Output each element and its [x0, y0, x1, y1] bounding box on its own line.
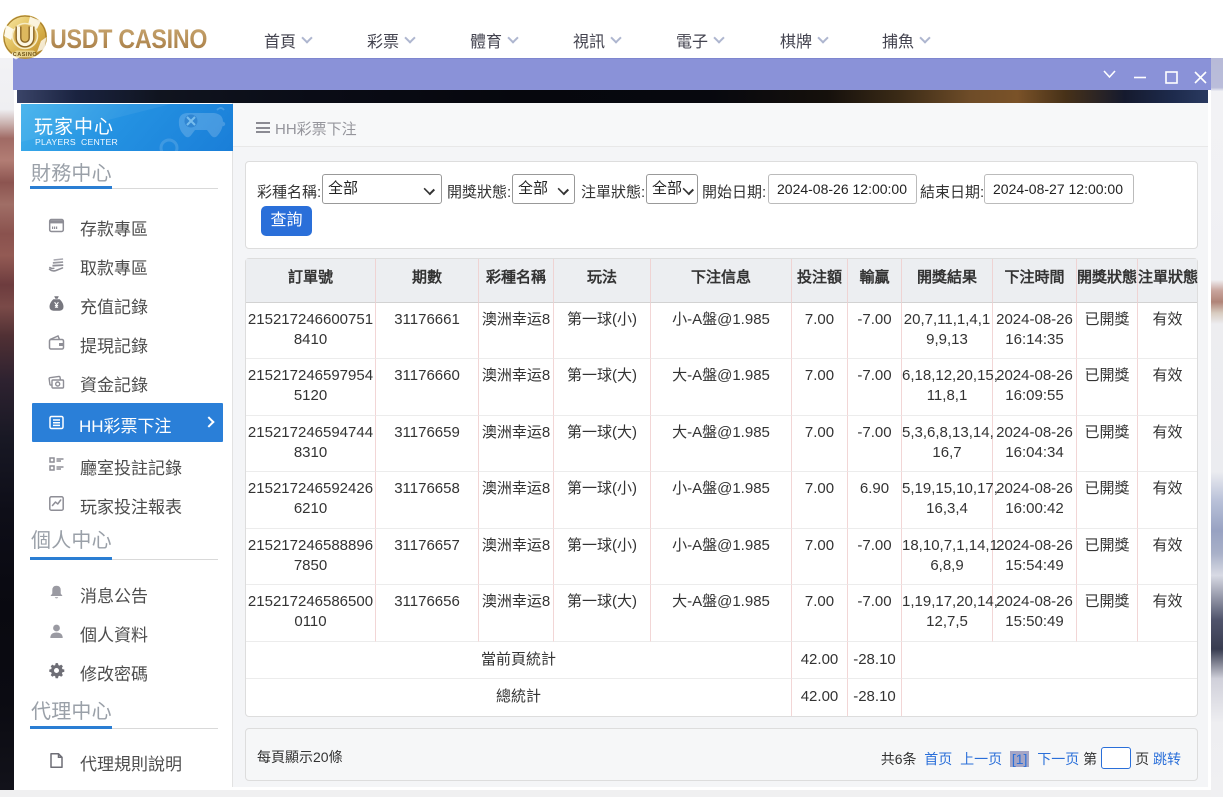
svg-text:CASINO: CASINO: [13, 52, 38, 58]
